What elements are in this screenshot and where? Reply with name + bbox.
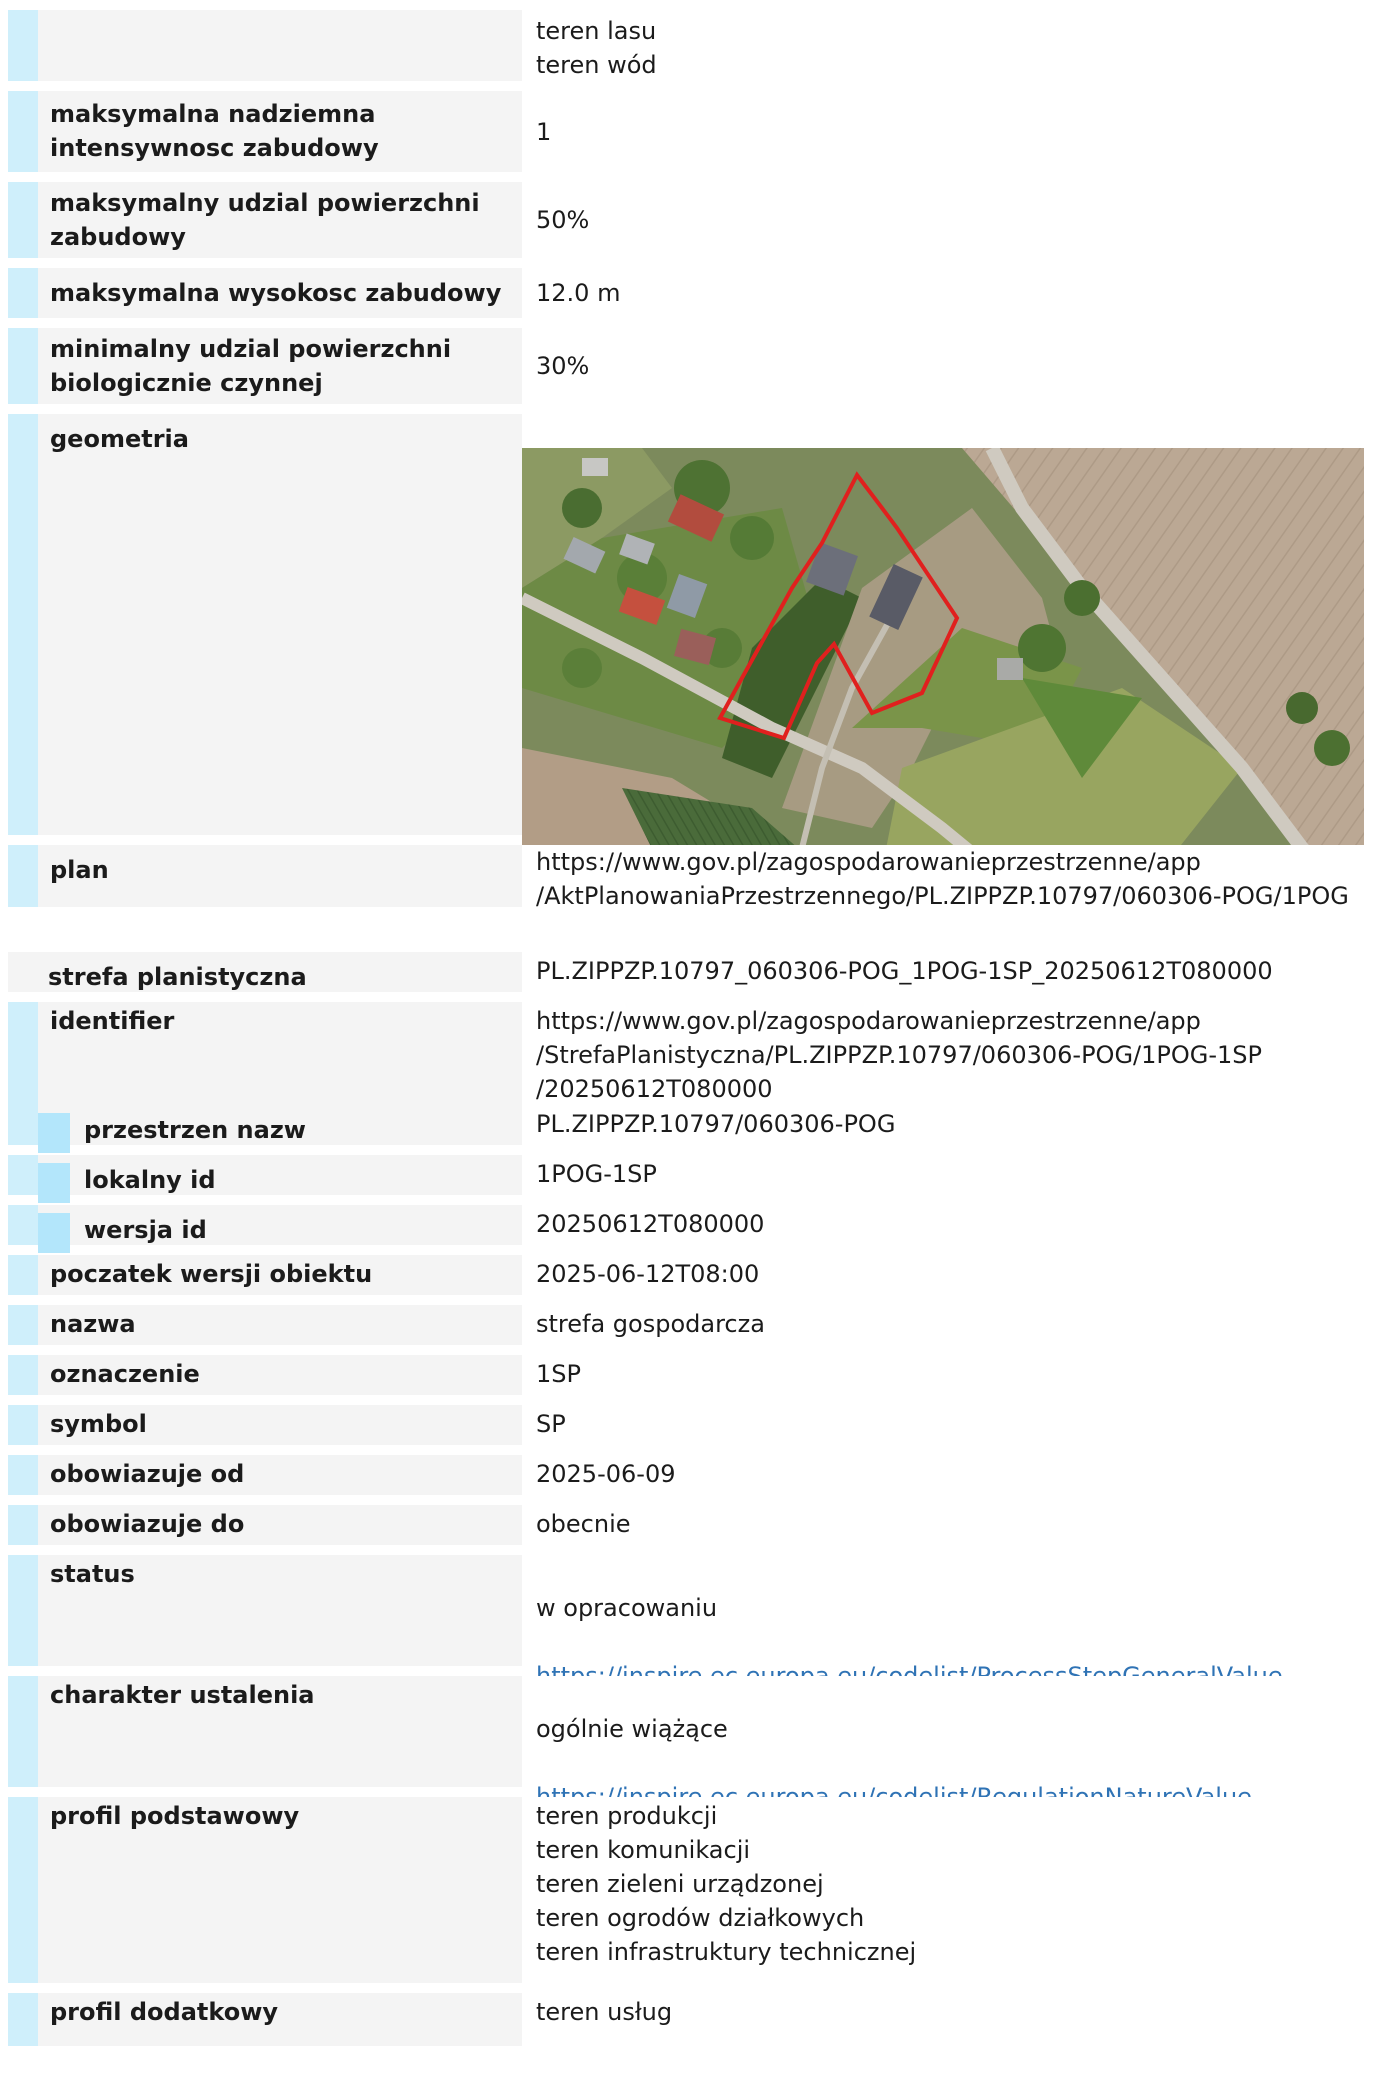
charakter-text: ogólnie wiążące [536,1715,728,1743]
indent-bar [8,1405,38,1445]
indent-bar [8,1797,38,1983]
attribute-label: lokalny id [84,1166,216,1194]
attribute-value: https://www.gov.pl/zagospodarowanieprzes… [522,1002,1397,1105]
aerial-map-image [522,448,1364,869]
attribute-label: przestrzen nazw [84,1116,306,1144]
attribute-value: teren usług [522,1993,1397,2046]
sub-indent-bar [38,1213,70,1253]
attribute-label: profil dodatkowy [38,1993,522,2046]
attribute-label: maksymalny udzial powierzchni zabudowy [38,182,522,258]
attribute-value: 1 [522,91,1397,172]
attribute-value: teren lasu teren wód [522,10,1397,81]
attribute-value: teren produkcji teren komunikacji teren … [522,1797,1397,1983]
indent-bar [8,1305,38,1345]
attribute-row-identifier: identifier https://www.gov.pl/zagospodar… [8,1002,1397,1105]
attribute-value: 1POG-1SP [522,1155,1397,1195]
indent-bar [8,1993,38,2046]
attribute-row-udzial-zabudowy: maksymalny udzial powierzchni zabudowy 5… [8,182,1397,258]
attribute-label: maksymalna nadziemna intensywnosc zabudo… [38,91,522,172]
identifier-sub-row: przestrzen nazw PL.ZIPPZP.10797/060306-P… [8,1105,1397,1153]
attribute-row-intensywnosc: maksymalna nadziemna intensywnosc zabudo… [8,91,1397,172]
attribute-value: 1SP [522,1355,1397,1395]
attribute-label: profil podstawowy [38,1797,522,1983]
attribute-value: SP [522,1405,1397,1445]
attribute-label: maksymalna wysokosc zabudowy [38,268,522,318]
attribute-row-biologicznie-czynna: minimalny udzial powierzchni biologiczni… [8,328,1397,404]
attribute-value: PL.ZIPPZP.10797/060306-POG [522,1105,1397,1145]
attribute-label: charakter ustalenia [38,1676,522,1787]
indent-bar [8,845,38,907]
attribute-label: status [38,1555,522,1666]
attribute-label: obowiazuje do [38,1505,522,1545]
attribute-value: 50% [522,182,1397,258]
attribute-value: w opracowaniu https://inspire.ec.europa.… [522,1555,1397,1724]
strefa-planistyczna-block: strefa planistyczna PL.ZIPPZP.10797_0603… [8,952,1397,2046]
attribute-value: 2025-06-12T08:00 [522,1255,1397,1295]
indent-bar [8,1255,38,1295]
attribute-row-status: status w opracowaniu https://inspire.ec.… [8,1555,1397,1724]
attribute-value: 30% [522,328,1397,404]
sub-label-cell: wersja id [38,1205,522,1253]
attribute-label: geometria [38,414,522,835]
attribute-label: minimalny udzial powierzchni biologiczni… [38,328,522,404]
indent-bar [8,328,38,404]
attribute-label: identifier [38,1002,522,1105]
indent-bar [8,182,38,258]
sub-indent-bar [38,1113,70,1153]
strefa-header-value: PL.ZIPPZP.10797_060306-POG_1POG-1SP_2025… [522,952,1397,992]
indent-bar [8,1555,38,1666]
strefa-header-row: strefa planistyczna PL.ZIPPZP.10797_0603… [8,952,1397,992]
sub-label-cell: przestrzen nazw [38,1105,522,1153]
identifier-sub-row: wersja id 20250612T080000 [8,1205,1397,1253]
attribute-row-symbol: symbol SP [8,1405,1397,1445]
attribute-row-profil-podstawowy: profil podstawowy teren produkcji teren … [8,1797,1397,1983]
geometry-map[interactable] [522,414,1397,869]
attribute-value: https://www.gov.pl/zagospodarowanieprzes… [522,845,1397,910]
indent-bar [8,1455,38,1495]
attribute-row-oznaczenie: oznaczenie 1SP [8,1355,1397,1395]
sub-label-cell: lokalny id [38,1155,522,1203]
attribute-row-charakter: charakter ustalenia ogólnie wiążące http… [8,1676,1397,1845]
indent-bar [8,1355,38,1395]
attribute-value: 2025-06-09 [522,1455,1397,1495]
attribute-row-obowiazuje-do: obowiazuje do obecnie [8,1505,1397,1545]
attribute-row-geometria: geometria [8,414,1397,869]
sub-indent-bar [38,1163,70,1203]
attribute-row-plan: plan https://www.gov.pl/zagospodarowanie… [8,845,1397,910]
attribute-label: oznaczenie [38,1355,522,1395]
attribute-value: strefa gospodarcza [522,1305,1397,1345]
attribute-row-nazwa: nazwa strefa gospodarcza [8,1305,1397,1345]
attribute-row-wysokosc: maksymalna wysokosc zabudowy 12.0 m [8,268,1397,318]
attribute-label: plan [38,845,522,907]
feature-detail-page: teren lasu teren wód maksymalna nadziemn… [0,0,1397,2095]
attribute-row-poczatek: poczatek wersji obiektu 2025-06-12T08:00 [8,1255,1397,1295]
identifier-sub-row: lokalny id 1POG-1SP [8,1155,1397,1203]
attribute-label [38,10,522,81]
attribute-value: obecnie [522,1505,1397,1545]
indent-bar [8,1105,38,1145]
status-text: w opracowaniu [536,1594,718,1622]
indent-bar [8,91,38,172]
attribute-label: symbol [38,1405,522,1445]
attribute-value: ogólnie wiążące https://inspire.ec.europ… [522,1676,1397,1845]
attribute-row-profil-dodatkowy: profil dodatkowy teren usług [8,1993,1397,2046]
indent-bar [8,1155,38,1195]
attribute-value: 20250612T080000 [522,1205,1397,1245]
attribute-row-profile-continued: teren lasu teren wód [8,10,1397,81]
indent-bar [8,268,38,318]
indent-bar [8,1676,38,1787]
attribute-label: nazwa [38,1305,522,1345]
indent-bar [8,10,38,81]
attribute-row-obowiazuje-od: obowiazuje od 2025-06-09 [8,1455,1397,1495]
attribute-value: 12.0 m [522,268,1397,318]
indent-bar [8,1205,38,1245]
attribute-label: obowiazuje od [38,1455,522,1495]
feature-attributes-block: teren lasu teren wód maksymalna nadziemn… [8,10,1397,910]
indent-bar [8,1002,38,1105]
attribute-label: poczatek wersji obiektu [38,1255,522,1295]
attribute-label: wersja id [84,1216,207,1244]
strefa-header-label: strefa planistyczna [8,952,522,992]
indent-bar [8,414,38,835]
indent-bar [8,1505,38,1545]
